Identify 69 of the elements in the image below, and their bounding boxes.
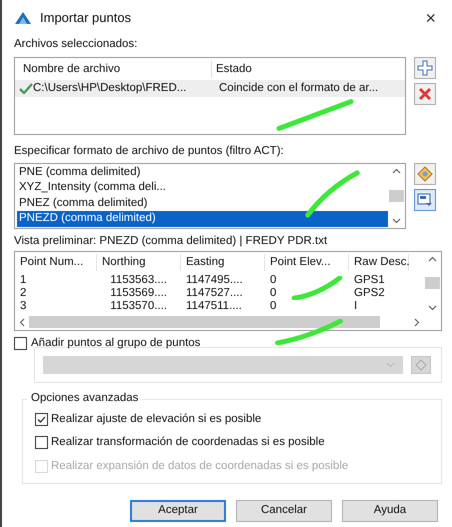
app-logo-icon [14,11,32,25]
scroll-thumb[interactable] [29,316,380,328]
dialog-button[interactable]: Ayuda [342,500,438,522]
table-cell: I [354,300,358,313]
scroll-thumb[interactable] [389,190,404,202]
chevron-down-icon [392,218,401,224]
add-button[interactable] [414,57,436,80]
column-header: Nombre de archivo [22,62,122,77]
file-path: C:\Users\HP\Desktop\FRED... [33,81,188,96]
table-cell: 1153570.... [110,300,167,313]
table-cell: 1153563.... [110,274,167,287]
cross-icon [418,87,432,102]
table-cell: 1147495.... [186,274,243,287]
table-cell: 2 [20,286,26,300]
table-cell: GPS1 [354,274,385,287]
column-header: Easting [181,254,265,272]
column-header: Point Num... [15,254,97,272]
file-row[interactable]: C:\Users\HP\Desktop\FRED... Coincide con el formato de ar... [15,80,405,98]
checkbox-label: Realizar ajuste de elevación si es posible [51,412,262,427]
diamond-icon [417,166,433,182]
annotation-stroke [274,318,344,345]
table-cell: 1 [20,274,26,287]
diamond-icon [415,358,427,371]
table-cell: 1147527.... [186,286,243,300]
chevron-up-icon [428,256,437,262]
chevron-down-icon [428,304,437,311]
format-item[interactable]: PNEZ (comma delimited) [17,196,388,211]
table-cell: 1153569.... [110,286,167,300]
group-dropdown[interactable] [43,356,403,374]
window-title: Importar puntos [40,9,132,28]
format-settings-button[interactable] [414,162,436,184]
chevron-up-icon [392,168,401,174]
format-manager-button[interactable] [414,188,436,210]
checkbox[interactable] [14,337,27,350]
chevron-right-icon [414,318,420,327]
close-button[interactable]: × [421,4,440,32]
annotation-stroke [305,170,360,218]
window-icon [417,192,433,208]
preview-label: Vista preliminar: PNEZD (comma delimited) | FREDY PDR.txt [14,234,328,248]
dialog-button[interactable]: Aceptar [130,500,226,522]
section-label: Archivos seleccionados: [14,37,138,52]
checkbox[interactable] [35,413,48,426]
column-header: Point Elev... [265,254,349,272]
checkbox[interactable] [35,436,48,450]
plus-icon [417,60,433,76]
table-cell: 3 [20,300,26,313]
section-label: Especificar formato de archivo de puntos (filtro ACT): [14,144,285,160]
table-cell: 0 [270,286,276,300]
table-cell: 0 [270,300,276,313]
checkbox-label: Añadir puntos al grupo de puntos [31,336,200,352]
column-header: Raw Desc. [349,254,409,272]
checkbox-label: Realizar transformación de coordenadas si es posible [51,435,325,450]
remove-button[interactable] [414,83,436,106]
table-cell: 1147511.... [186,300,242,313]
chevron-down-icon [386,362,395,368]
table-cell: 0 [270,274,276,287]
chevron-left-icon [19,318,25,327]
group-select-button[interactable] [411,356,431,374]
format-item[interactable]: XYZ_Intensity (comma deli... [17,180,388,196]
file-status: Coincide con el formato de ar... [218,81,378,96]
table-cell: GPS2 [354,286,385,300]
scroll-thumb[interactable] [425,277,440,290]
column-header: Northing [97,254,181,272]
dialog-button[interactable]: Cancelar [236,500,332,522]
format-item[interactable]: PNEZD (comma delimited) [17,211,388,226]
format-item[interactable]: PNE (comma delimited) [17,164,388,180]
column-header: Estado [211,60,256,78]
annotation-stroke [291,276,343,300]
checkbox-label: Realizar expansión de datos de coordenadas si es posible [51,458,348,474]
